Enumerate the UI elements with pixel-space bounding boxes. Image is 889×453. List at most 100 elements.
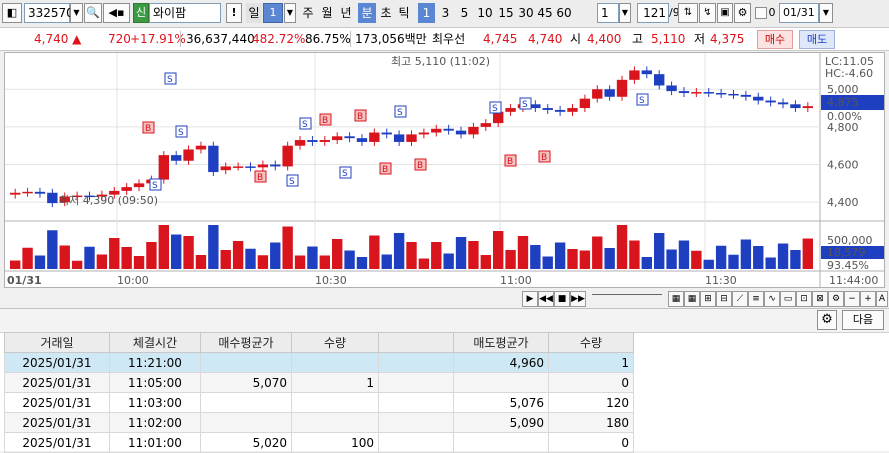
buy-button[interactable]: 매수 [757,30,793,49]
zoom-in-button[interactable]: + [860,291,876,307]
cell-time: 11:02:00 [109,412,201,433]
tab-tick[interactable]: 틱 [396,3,412,23]
rect-icon[interactable]: ▭ [780,291,796,307]
interval-10[interactable]: 10 [475,3,495,23]
best-bid: 4,740 [528,32,563,46]
volume-bar [790,250,801,269]
cell-buy-qty [291,352,379,373]
tab-second[interactable]: 초 [378,3,394,23]
interval-5[interactable]: 5 [456,3,473,23]
interval-30[interactable]: 30 [516,3,536,23]
volume-bar [282,226,293,269]
interval-1[interactable]: 1 [418,3,435,23]
fib-icon[interactable]: ≡ [748,291,764,307]
candle [245,166,256,168]
high-label: 고 [632,32,644,46]
text-icon[interactable]: ⊡ [796,291,812,307]
candle [282,145,293,167]
wave-icon[interactable]: ∿ [764,291,780,307]
volume-bar [319,255,330,269]
toolbar-icon-1[interactable]: ▦ [668,291,684,307]
auto-button[interactable]: A [876,291,888,307]
date-checkbox[interactable] [755,7,767,19]
candle [232,166,244,168]
candle [567,108,578,112]
speaker-icon[interactable]: ◀▪ [103,3,130,23]
volume-bar [34,255,46,269]
volume-ratio: 482.72% [252,32,306,46]
tab-month[interactable]: 월 [319,3,335,23]
period-label[interactable]: 일 [246,3,262,23]
play-button[interactable]: ▶ [522,291,538,307]
interval-60[interactable]: 60 [554,3,574,23]
volume-bar [294,255,306,269]
save-icon[interactable]: ▣ [717,3,733,23]
chart-canvas[interactable]: SSSBSSBBSBBSBSBSBS 5,0004,8004,6004,4001… [5,53,884,287]
candle [158,155,169,180]
marker-letter: S [178,128,184,138]
interval-3[interactable]: 3 [437,3,454,23]
stock-code-input[interactable]: 332570 [24,3,74,23]
trendline-icon[interactable]: ⟋ [732,291,748,307]
tab-minute[interactable]: 분 [358,3,376,23]
sell-button[interactable]: 매도 [799,30,835,49]
candle [616,79,628,97]
cell-date: 2025/01/31 [4,392,110,413]
indicator-icon[interactable]: ⇅ [678,3,698,23]
search-icon[interactable]: 🔍 [84,3,102,23]
marker-letter: B [507,157,513,167]
marker-letter: S [342,169,348,179]
marker-letter: B [541,153,547,163]
quote-divider [180,31,181,47]
toolbar-icon-3[interactable]: ⊞ [700,291,716,307]
zoom-out-button[interactable]: − [844,291,860,307]
drawing-icon[interactable]: ↯ [699,3,716,23]
hc-label: HC:-4.60 [825,67,873,80]
table-row[interactable]: 2025/01/31 11:02:00 5,090 180 [4,412,634,433]
forward-button[interactable]: ▶▶ [570,291,586,307]
gear-icon[interactable]: ⚙ [817,310,837,330]
toolbar-icon-2[interactable]: ▦ [684,291,700,307]
stop-button[interactable]: ■ [554,291,570,307]
table-row[interactable]: 2025/01/31 11:21:00 4,960 1 [4,352,634,373]
candle [641,70,652,75]
interval-45[interactable]: 45 [535,3,555,23]
alert-button[interactable]: ! [226,3,242,23]
candle [802,106,813,109]
multiplier-input[interactable]: 1 [597,3,619,23]
period-dropdown-icon[interactable]: ▼ [284,3,296,23]
candle [691,92,702,94]
candle [542,108,553,110]
candle [715,93,727,95]
code-dropdown-icon[interactable]: ▼ [70,3,83,23]
price-chart[interactable]: SSSBSSBBSBBSBSBSBS 5,000 4,800 4,600 4,400 1… [4,52,885,288]
candle [468,126,479,135]
zoom-slider[interactable] [592,294,662,305]
multiplier-dropdown-icon[interactable]: ▼ [619,3,631,23]
date-input[interactable]: 01/31 [779,3,819,23]
cell-blank [378,412,454,433]
table-row[interactable]: 2025/01/31 11:03:00 5,076 120 [4,392,634,413]
tab-year[interactable]: 년 [338,3,354,23]
count-input[interactable]: 121 [637,3,669,23]
rewind-button[interactable]: ◀◀ [538,291,554,307]
candle [10,192,21,195]
interval-15[interactable]: 15 [496,3,516,23]
table-header: 거래일 체결시간 매수평균가 수량 매도평균가 수량 [4,332,634,353]
calendar-dropdown-icon[interactable]: ▼ [819,3,833,23]
col-sell-avg: 매도평균가 [453,332,549,353]
gear-icon[interactable]: ⚙ [734,3,751,23]
chart-settings-icon[interactable]: ◧ [2,3,22,23]
volume-bar [431,242,442,269]
marker-letter: B [257,173,263,183]
period-input[interactable]: 1 [263,3,283,23]
tab-week[interactable]: 주 [300,3,316,23]
delete-icon[interactable]: ⊠ [812,291,828,307]
next-button[interactable]: 다음 [842,310,884,330]
stock-name-field[interactable]: 와이팜 [149,3,221,23]
toolbar-icon-4[interactable]: ⊟ [716,291,732,307]
open-price: 4,400 [587,32,622,46]
table-row[interactable]: 2025/01/31 11:05:00 5,070 1 0 [4,372,634,393]
settings-icon[interactable]: ⚙ [828,291,844,307]
col-buy-avg: 매수평균가 [200,332,292,353]
